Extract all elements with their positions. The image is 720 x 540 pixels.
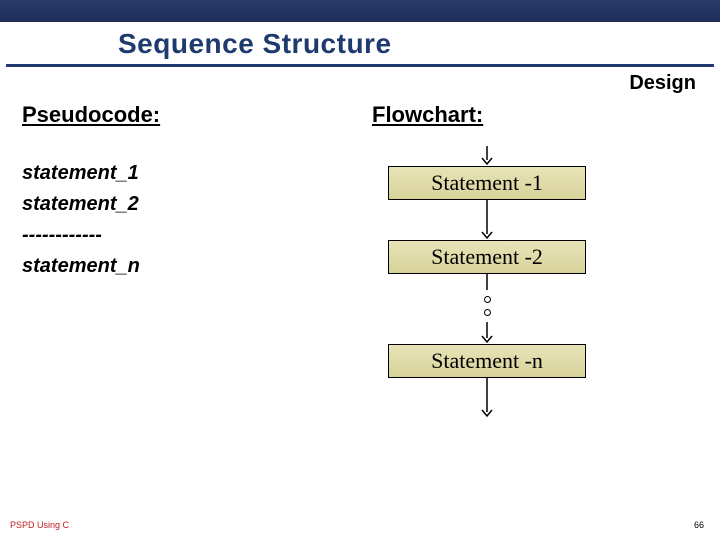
arrow-down-icon [388,378,586,418]
flowchart-box: Statement -2 [388,240,586,274]
flowchart-box: Statement -1 [388,166,586,200]
arrow-down-icon [388,146,586,166]
pseudocode-line: ------------ [22,220,342,251]
flowchart-heading: Flowchart: [372,102,672,128]
pseudocode-list: statement_1 statement_2 ------------ sta… [22,158,342,282]
arrow-down-icon [388,274,586,292]
arrow-down-icon [388,322,586,344]
title-area: Sequence Structure [0,22,720,60]
flowchart-diagram: Statement -1 Statement -2 [372,146,602,418]
title-rule [6,64,714,67]
pseudocode-line: statement_2 [22,189,342,220]
pseudocode-column: Pseudocode: statement_1 statement_2 ----… [22,102,342,282]
header-band [0,0,720,22]
corner-label: Design [629,72,696,95]
slide-title: Sequence Structure [118,28,720,60]
ellipsis-icon [388,296,586,316]
page-number: 66 [694,520,704,530]
pseudocode-heading: Pseudocode: [22,102,342,128]
flowchart-column: Flowchart: Statement -1 Statement -2 [372,102,672,418]
pseudocode-line: statement_1 [22,158,342,189]
pseudocode-line: statement_n [22,251,342,282]
footer-source: PSPD Using C [10,520,69,530]
flowchart-box: Statement -n [388,344,586,378]
arrow-down-icon [388,200,586,240]
